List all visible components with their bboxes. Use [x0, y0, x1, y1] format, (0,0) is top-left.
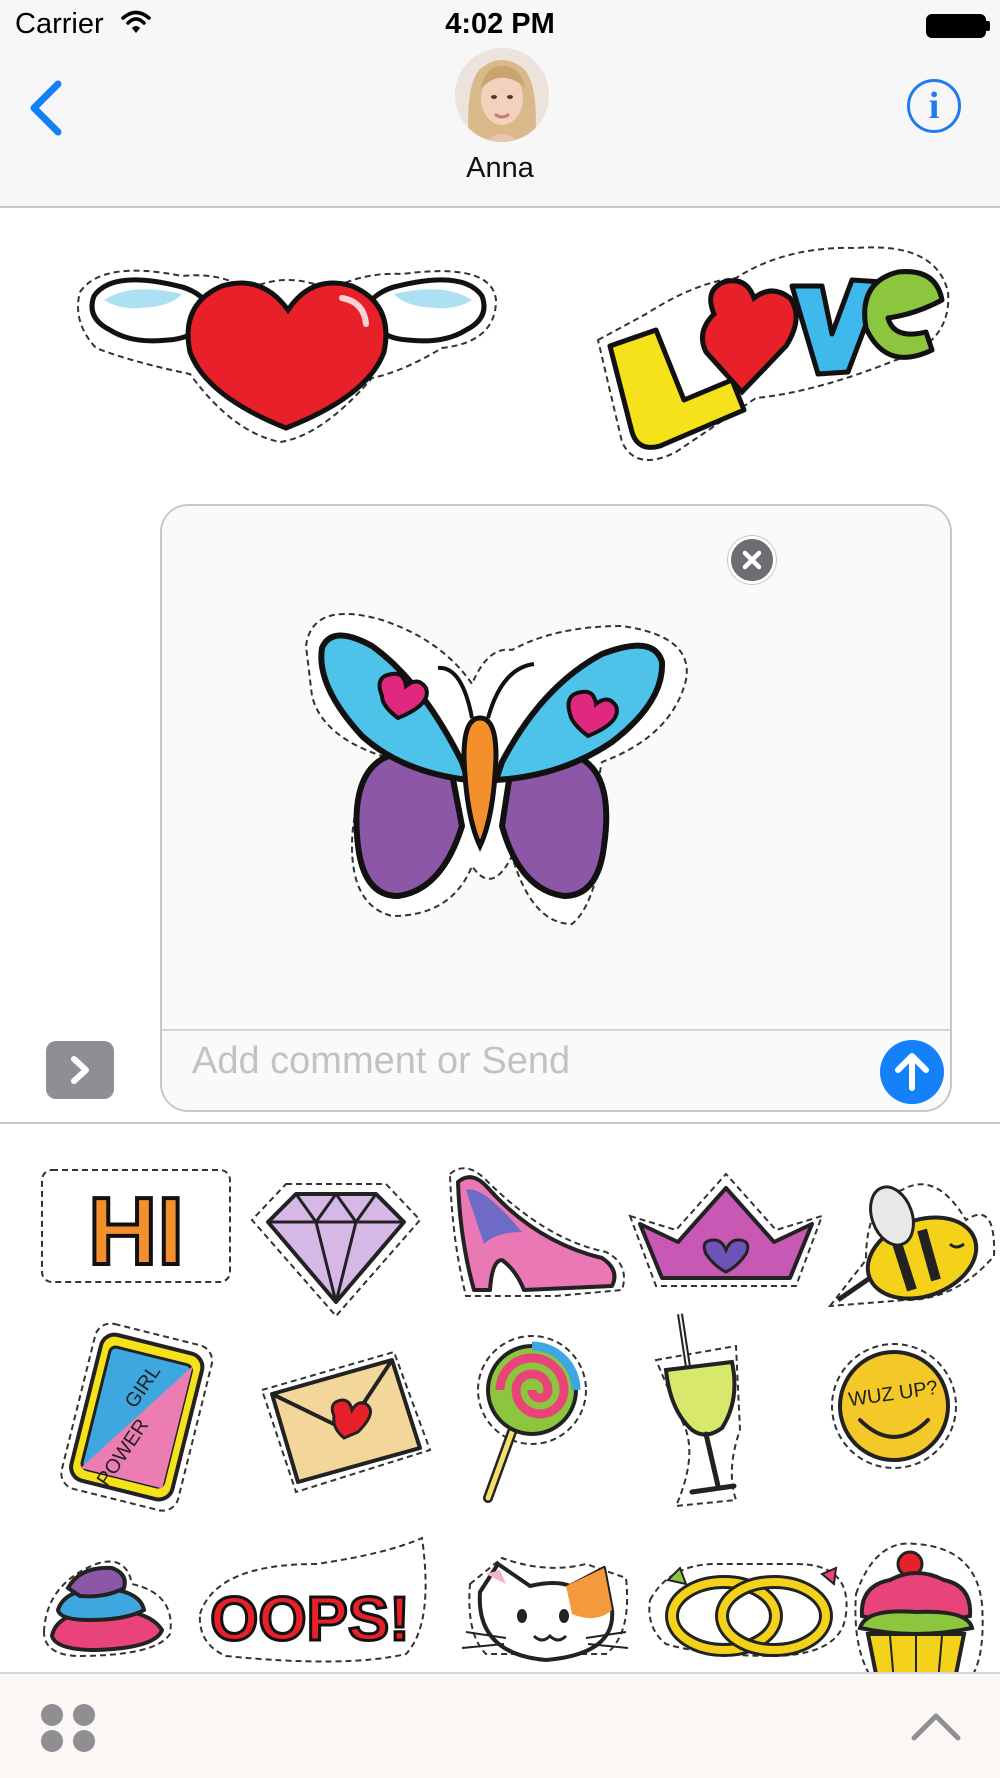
girl-power-phone-sticker[interactable]: GIRL POWER: [36, 1320, 236, 1520]
expand-button[interactable]: [46, 1041, 114, 1099]
butterfly-sticker[interactable]: [302, 606, 692, 926]
compose-divider: [162, 1029, 950, 1031]
clock: 4:02 PM: [445, 8, 555, 40]
contact-name[interactable]: Anna: [0, 152, 1000, 185]
heart-with-wings-sticker[interactable]: [72, 252, 504, 444]
compose-box: Add comment or Send: [160, 504, 952, 1112]
bottom-bar: [0, 1672, 1000, 1778]
battery-icon: [926, 14, 986, 38]
love-letter-sticker[interactable]: [246, 1320, 446, 1520]
love-text-sticker[interactable]: [596, 242, 954, 470]
oops-text: OOPS!: [210, 1585, 410, 1654]
sticker-grid: HI GIRL POWER WUZ UP? OOPS!: [0, 1124, 1000, 1672]
navigation-bar: Anna i: [0, 48, 1000, 208]
close-icon: [742, 550, 762, 570]
lollipop-sticker[interactable]: [426, 1320, 626, 1520]
oops-sticker[interactable]: OOPS!: [196, 1534, 427, 1672]
cocktail-sticker[interactable]: [636, 1290, 836, 1508]
info-button[interactable]: i: [907, 79, 961, 133]
chevron-up-icon[interactable]: [910, 1706, 962, 1746]
arrow-up-icon: [895, 1053, 929, 1091]
remove-sticker-button[interactable]: [728, 536, 776, 584]
battery-tip: [986, 21, 990, 31]
comment-input[interactable]: Add comment or Send: [192, 1040, 570, 1083]
chevron-right-icon: [71, 1056, 89, 1084]
cupcake-sticker[interactable]: [846, 1534, 1000, 1672]
app-drawer-icon[interactable]: [38, 1702, 100, 1754]
status-bar: Carrier 4:02 PM: [0, 0, 1000, 48]
hi-text: HI: [88, 1178, 184, 1285]
back-chevron-icon[interactable]: [24, 78, 68, 138]
send-button[interactable]: [880, 1040, 944, 1104]
cat-sticker[interactable]: [446, 1544, 646, 1672]
wuz-up-smiley-sticker[interactable]: WUZ UP?: [830, 1320, 1000, 1520]
rings-sticker[interactable]: [646, 1544, 848, 1672]
contact-avatar[interactable]: [455, 48, 549, 142]
